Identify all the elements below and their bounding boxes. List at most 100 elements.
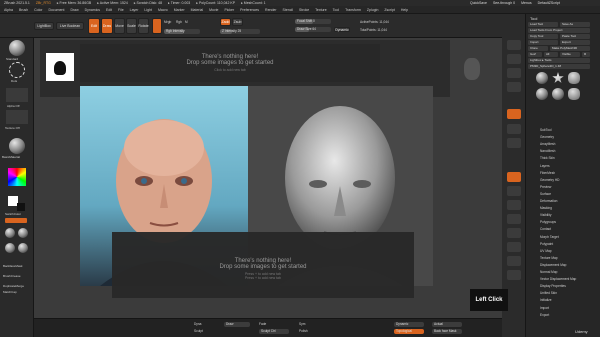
tool-subpalette-morph-target[interactable]: Morph Target bbox=[540, 235, 559, 239]
goz-button[interactable]: GoZ bbox=[528, 52, 542, 57]
menu-tool[interactable]: Tool bbox=[333, 8, 339, 12]
lightbox-tools-button[interactable]: Lightbox ▸ Tools bbox=[528, 58, 590, 63]
texture-slot[interactable] bbox=[6, 110, 28, 124]
menu-edit[interactable]: Edit bbox=[106, 8, 112, 12]
tool-subpalette-uv-map[interactable]: UV Map bbox=[540, 249, 552, 253]
rotate-view-icon[interactable] bbox=[507, 214, 521, 224]
move-view-icon[interactable] bbox=[507, 186, 521, 196]
gradient-button[interactable] bbox=[5, 218, 27, 223]
load-tool-button[interactable]: Load Tool bbox=[528, 22, 558, 27]
polyf-icon[interactable] bbox=[507, 228, 521, 238]
move-button[interactable]: Move bbox=[114, 18, 125, 34]
scale-button[interactable]: Scale bbox=[126, 18, 137, 34]
r-button[interactable]: R bbox=[582, 52, 590, 57]
tool-subpalette-visibility[interactable]: Visibility bbox=[540, 213, 551, 217]
menu-help[interactable]: Help bbox=[401, 8, 408, 12]
make-polymesh-button[interactable]: Make PolyMesh3D bbox=[550, 46, 590, 51]
bottom-item-3[interactable]: Sculpt bbox=[194, 329, 203, 333]
menu-brush[interactable]: Brush bbox=[19, 8, 28, 12]
draw-size-slider[interactable]: Draw Size 64 bbox=[295, 27, 331, 32]
tool-sphere-icon-3[interactable] bbox=[5, 243, 15, 253]
tool-subpalette-initialize[interactable]: Initialize bbox=[540, 298, 552, 302]
live-boolean-button[interactable]: Live Boolean bbox=[56, 22, 84, 30]
tool-subpalette-displacement-map[interactable]: Displacement Map bbox=[540, 263, 566, 267]
secondary-color-swatch[interactable] bbox=[17, 203, 25, 211]
tool-subpalette-subtool[interactable]: SubTool bbox=[540, 128, 552, 132]
tool-sphere-icon-4[interactable] bbox=[18, 243, 28, 253]
bottom-item-6[interactable]: Sym bbox=[299, 322, 305, 326]
alpha-slot[interactable] bbox=[6, 88, 28, 102]
bottom-item-1[interactable]: Dyna bbox=[194, 322, 201, 326]
bottom-topological-slider[interactable]: Topological bbox=[394, 329, 424, 334]
color-picker[interactable] bbox=[8, 168, 26, 186]
zsub-button[interactable]: Zsub bbox=[232, 18, 243, 26]
transp-icon[interactable] bbox=[507, 242, 521, 252]
xpose-icon[interactable] bbox=[507, 270, 521, 280]
aahalf-icon[interactable] bbox=[507, 82, 521, 92]
current-tool-slider[interactable]: PM3D_Sphere3D_1 48 bbox=[528, 64, 590, 69]
see-through[interactable]: See-through 0 bbox=[493, 1, 515, 5]
tool-subpalette-nanomesh[interactable]: NanoMesh bbox=[540, 149, 555, 153]
lightbox-button[interactable]: LightBox bbox=[34, 22, 54, 30]
draw-button[interactable]: Draw bbox=[101, 18, 113, 34]
bottom-item-4[interactable]: Fade bbox=[259, 322, 266, 326]
import-button[interactable]: Import bbox=[528, 40, 558, 45]
tool-subpalette-thick-skin[interactable]: Thick Skin bbox=[540, 156, 555, 160]
bottom-item-7[interactable]: Polish bbox=[299, 329, 308, 333]
frame-icon[interactable] bbox=[507, 172, 521, 182]
material-sphere-icon[interactable] bbox=[9, 138, 25, 154]
tool-subpalette-geometry[interactable]: Geometry bbox=[540, 135, 554, 139]
rgb-intensity-slider[interactable]: Rgb Intensity bbox=[164, 29, 200, 34]
tool-subpalette-polypaint[interactable]: Polypaint bbox=[540, 242, 553, 246]
bottom-dynamic-slider[interactable]: Dynamic bbox=[394, 322, 424, 327]
menus-button[interactable]: Menus bbox=[521, 1, 532, 5]
tool-thumb-sphere[interactable] bbox=[536, 72, 548, 84]
menu-color[interactable]: Color bbox=[34, 8, 42, 12]
local-icon[interactable] bbox=[507, 138, 521, 148]
zadd-button[interactable]: Zadd bbox=[220, 18, 231, 26]
tool-thumb-head-2[interactable] bbox=[568, 88, 580, 100]
tool-subpalette-display-properties[interactable]: Display Properties bbox=[540, 284, 566, 288]
actual-icon[interactable] bbox=[507, 68, 521, 78]
menu-zplugin[interactable]: Zplugin bbox=[367, 8, 378, 12]
menu-material[interactable]: Material bbox=[191, 8, 203, 12]
quicksave-button[interactable]: QuickSave bbox=[470, 1, 487, 5]
menu-texture[interactable]: Texture bbox=[315, 8, 326, 12]
tool-subpalette-vector-displacement-map[interactable]: Vector Displacement Map bbox=[540, 277, 576, 281]
persp-icon[interactable] bbox=[507, 109, 521, 119]
menu-document[interactable]: Document bbox=[48, 8, 64, 12]
tool-subpalette-arraymesh[interactable]: ArrayMesh bbox=[540, 142, 555, 146]
z-intensity-slider[interactable]: Z Intensity 25 bbox=[220, 29, 260, 34]
mrgb-toggle[interactable] bbox=[152, 18, 162, 34]
tool-subpalette-import[interactable]: Import bbox=[540, 306, 549, 310]
copy-tool-button[interactable]: Copy Tool bbox=[528, 34, 558, 39]
menu-file[interactable]: File bbox=[118, 8, 124, 12]
brush-crease-label[interactable]: BrushCrease bbox=[3, 274, 21, 278]
default-zscript[interactable]: DefaultZScript bbox=[538, 1, 560, 5]
clone-button[interactable]: Clone bbox=[528, 46, 548, 51]
load-tools-from-project-button[interactable]: Load Tools From Project bbox=[528, 28, 590, 33]
menu-alpha[interactable]: Alpha bbox=[4, 8, 13, 12]
tool-subpalette-fibermesh[interactable]: FiberMesh bbox=[540, 171, 555, 175]
standard-brush-icon[interactable] bbox=[9, 40, 25, 56]
tool-thumb-sphere-3[interactable] bbox=[552, 88, 564, 100]
menu-marker[interactable]: Marker bbox=[174, 8, 185, 12]
menu-macro[interactable]: Macro bbox=[158, 8, 168, 12]
tool-subpalette-preview[interactable]: Preview bbox=[540, 185, 551, 189]
save-as-button[interactable]: Save As bbox=[560, 22, 590, 27]
zoom-icon[interactable] bbox=[507, 54, 521, 64]
tool-subpalette-unified-skin[interactable]: Unified Skin bbox=[540, 291, 557, 295]
tool-subpalette-polygroups[interactable]: Polygroups bbox=[540, 220, 556, 224]
tool-subpalette-texture-map[interactable]: Texture Map bbox=[540, 256, 558, 260]
zoom3d-icon[interactable] bbox=[507, 200, 521, 210]
menu-zscript[interactable]: Zscript bbox=[384, 8, 395, 12]
dynamic-button[interactable]: Dynamic bbox=[334, 27, 350, 32]
lightbox-thumbnail[interactable] bbox=[46, 53, 74, 81]
menu-transform[interactable]: Transform bbox=[345, 8, 361, 12]
duplicate-merge-label[interactable]: DuplicateMerge bbox=[3, 284, 24, 288]
menu-stroke[interactable]: Stroke bbox=[299, 8, 309, 12]
menu-layer[interactable]: Layer bbox=[130, 8, 139, 12]
tool-thumb-sphere-2[interactable] bbox=[536, 88, 548, 100]
matchcap-label[interactable]: MatchCap bbox=[3, 290, 17, 294]
bottom-backface-slider[interactable]: Back face Mask bbox=[432, 329, 462, 334]
